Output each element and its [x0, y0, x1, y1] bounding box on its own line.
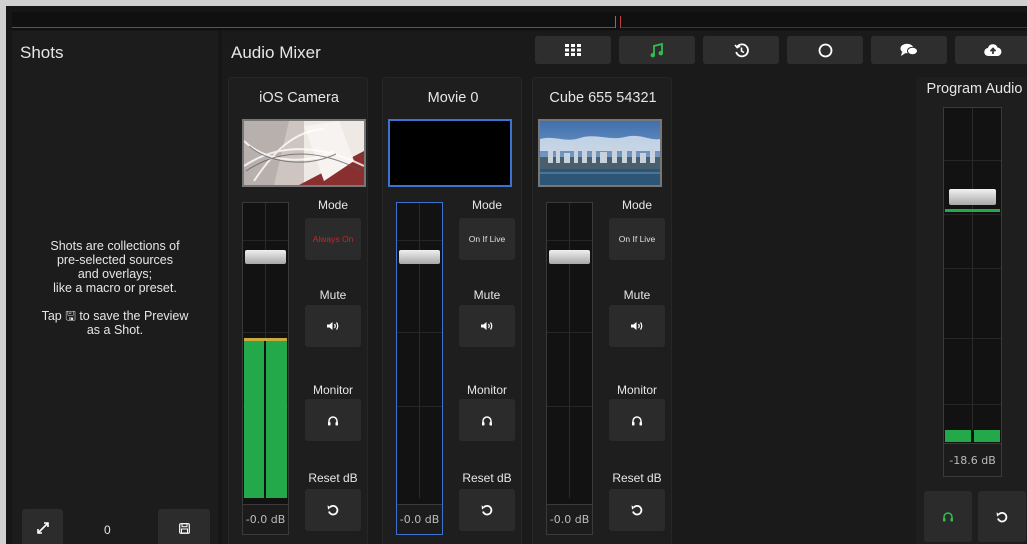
reset-db-button[interactable]	[459, 489, 515, 531]
mode-label: Mode	[471, 198, 503, 212]
history-icon	[733, 42, 749, 57]
program-level-meter	[945, 430, 1000, 442]
grid-icon	[565, 44, 581, 56]
history-button[interactable]	[703, 36, 779, 64]
peak-indicator	[244, 338, 287, 341]
fader-db-readout: -0.0 dB	[397, 504, 442, 534]
channel-name: Movie 0	[427, 90, 479, 106]
music-note-icon	[650, 42, 663, 57]
fader-knob[interactable]	[549, 250, 590, 264]
chat-button[interactable]	[871, 36, 947, 64]
speaker-icon	[631, 322, 643, 330]
speaker-icon	[481, 322, 493, 330]
channel-strip: Cube 655 54321 -0.0 dB Mode On If Live M…	[532, 77, 672, 544]
monitor-label: Monitor	[466, 383, 507, 397]
channel-strip: iOS Camera -0.0 dB Mode Always On Mute M…	[228, 77, 368, 544]
program-volume-fader[interactable]: -18.6 dB	[943, 107, 1002, 477]
shots-footer: 0	[12, 507, 218, 544]
expand-arrows-icon	[36, 522, 49, 534]
volume-fader[interactable]: -0.0 dB	[396, 202, 443, 535]
shots-description: Shots are collections of pre-selected so…	[41, 239, 189, 337]
source-thumbnail-ios-camera[interactable]	[242, 119, 366, 187]
shots-count: 0	[104, 523, 111, 537]
fader-knob[interactable]	[245, 250, 286, 264]
headphones-icon	[943, 512, 953, 522]
mute-button[interactable]	[609, 305, 665, 347]
program-reset-db-button[interactable]	[978, 491, 1026, 542]
preview-bar	[12, 12, 1027, 30]
undo-icon	[996, 511, 1008, 522]
circle-icon	[818, 43, 832, 57]
program-audio-strip: Program Audio -18.6 dB	[916, 77, 1027, 544]
program-level-hold	[945, 209, 1000, 212]
audio-tab-button[interactable]	[619, 36, 695, 64]
mode-label: Mode	[621, 198, 653, 212]
mute-label: Mute	[319, 288, 347, 302]
app-window: Shots Shots are collections of pre-selec…	[0, 0, 1027, 544]
volume-fader[interactable]: -0.0 dB	[242, 202, 289, 535]
reset-db-button[interactable]	[305, 489, 361, 531]
headphones-icon	[482, 415, 492, 425]
shots-title: Shots	[20, 43, 64, 62]
headphones-icon	[328, 415, 338, 425]
program-fader-knob[interactable]	[949, 189, 996, 205]
mode-label: Mode	[317, 198, 349, 212]
fader-db-readout: -0.0 dB	[243, 504, 288, 534]
reset-db-label: Reset dB	[612, 471, 662, 485]
mute-button[interactable]	[459, 305, 515, 347]
reset-db-label: Reset dB	[308, 471, 358, 485]
channel-name: Cube 655 54321	[549, 90, 657, 106]
fullscreen-button[interactable]	[22, 509, 63, 544]
undo-icon	[631, 505, 643, 516]
cloud-upload-icon	[984, 44, 1002, 57]
audio-mixer-title: Audio Mixer	[231, 43, 321, 62]
headphones-icon	[632, 415, 642, 425]
speaker-icon	[327, 322, 339, 330]
mode-button[interactable]: On If Live	[459, 218, 515, 260]
monitor-label: Monitor	[312, 383, 353, 397]
mute-label: Mute	[623, 288, 651, 302]
mode-button[interactable]: On If Live	[609, 218, 665, 260]
program-audio-title: Program Audio	[926, 81, 1023, 97]
shots-panel: Shots Shots are collections of pre-selec…	[12, 31, 218, 544]
undo-icon	[481, 505, 493, 516]
grid-button[interactable]	[535, 36, 611, 64]
undo-icon	[327, 505, 339, 516]
upload-button[interactable]	[955, 36, 1027, 64]
mute-button[interactable]	[305, 305, 361, 347]
fader-knob[interactable]	[399, 250, 440, 264]
monitor-button[interactable]	[609, 399, 665, 441]
chat-bubbles-icon	[900, 43, 918, 56]
program-monitor-button[interactable]	[924, 491, 972, 542]
floppy-disk-icon	[178, 522, 190, 534]
level-meter	[244, 341, 287, 498]
source-thumbnail-movie[interactable]	[388, 119, 512, 187]
record-button[interactable]	[787, 36, 863, 64]
mute-label: Mute	[473, 288, 501, 302]
source-thumbnail-cube[interactable]	[538, 119, 662, 187]
reset-db-button[interactable]	[609, 489, 665, 531]
monitor-button[interactable]	[305, 399, 361, 441]
reset-db-label: Reset dB	[462, 471, 512, 485]
monitor-label: Monitor	[616, 383, 657, 397]
channel-name: iOS Camera	[259, 90, 339, 106]
monitor-button[interactable]	[459, 399, 515, 441]
program-db-readout: -18.6 dB	[944, 443, 1001, 476]
audio-mixer-panel: Audio Mixer iOS Camera -0.0 dB Mode Alwa…	[222, 31, 1027, 544]
volume-fader[interactable]: -0.0 dB	[546, 202, 593, 535]
mode-button[interactable]: Always On	[305, 218, 361, 260]
save-shot-button[interactable]	[158, 509, 210, 544]
channel-strip: Movie 0 -0.0 dB Mode On If Live Mute Mon…	[382, 77, 522, 544]
mixer-toolbar	[535, 36, 1027, 64]
fader-db-readout: -0.0 dB	[547, 504, 592, 534]
